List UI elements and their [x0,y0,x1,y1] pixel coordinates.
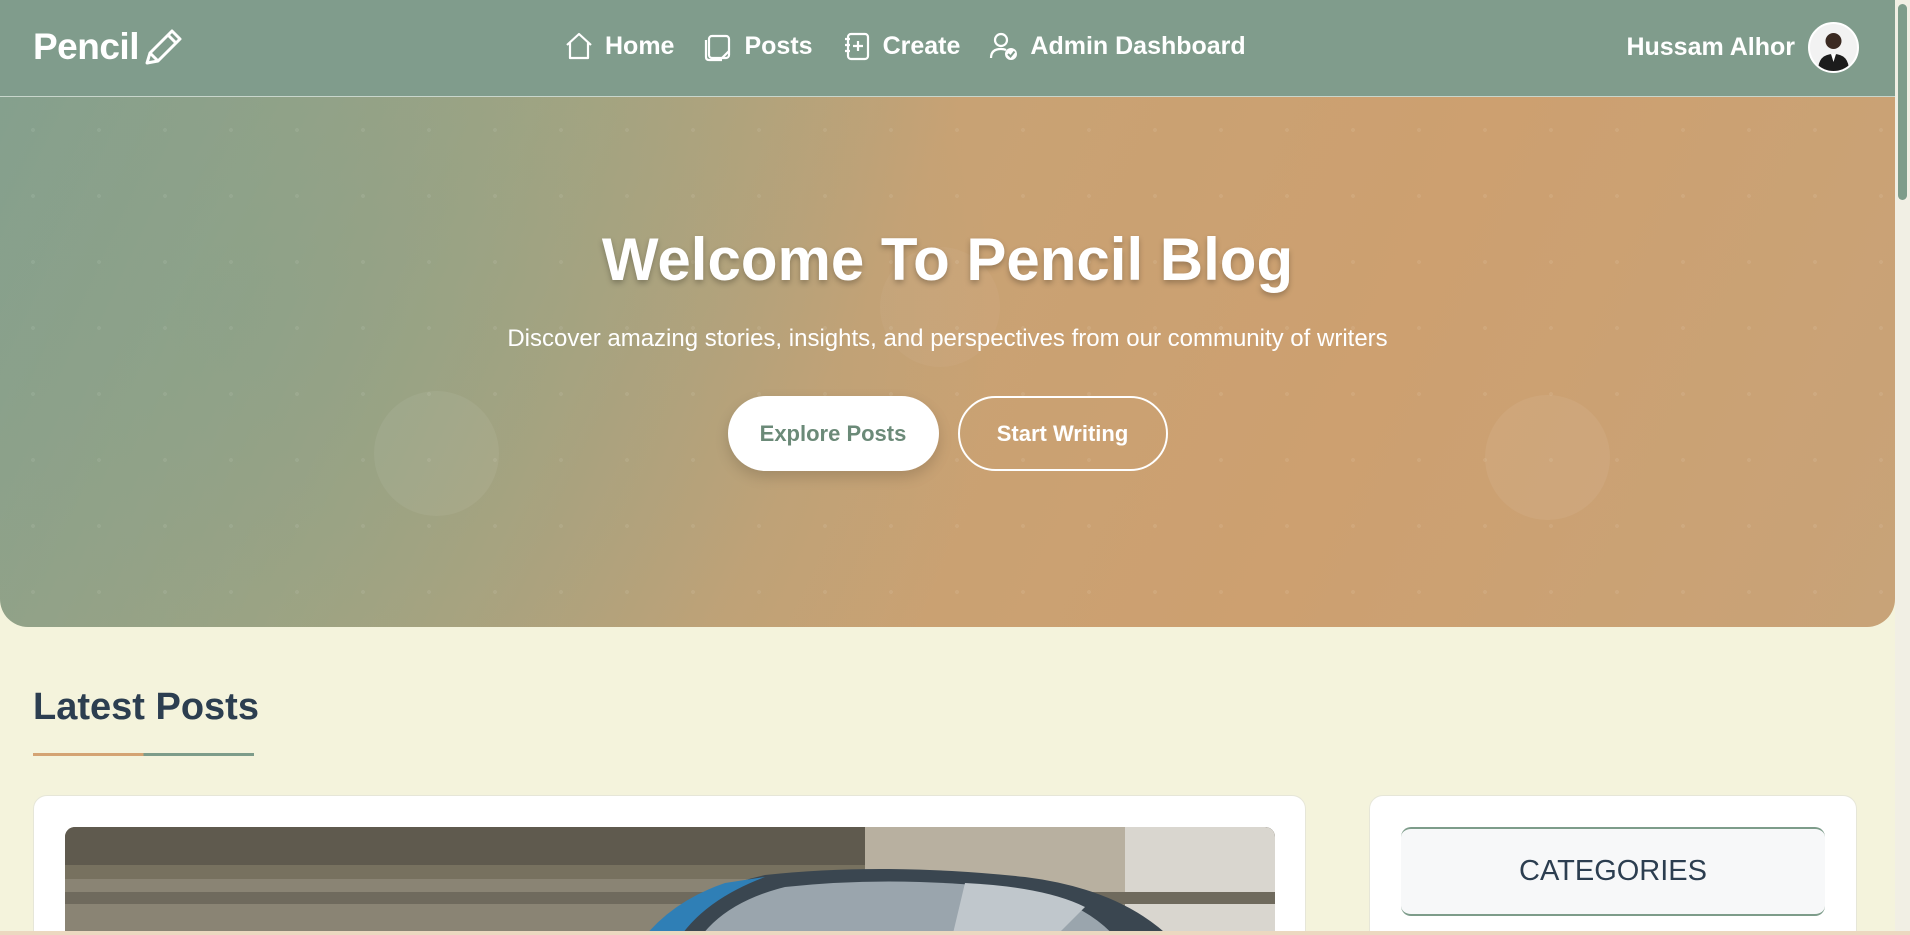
start-writing-button[interactable]: Start Writing [957,396,1168,471]
window-bottom-edge [0,931,1910,935]
categories-header: CATEGORIES [1401,827,1825,916]
post-cover-image[interactable] [65,827,1275,935]
top-navbar: Pencil Home Posts Create Admin Dashboard… [0,0,1895,97]
car-photo-image [65,827,1275,935]
hero-title: Welcome To Pencil Blog [601,226,1294,293]
admin-icon [990,32,1018,60]
posts-icon [705,34,731,62]
nav-create[interactable]: Create [841,30,961,62]
pencil-icon [145,29,182,65]
page-scrollbar[interactable] [1895,0,1910,935]
hero-subtitle: Discover amazing stories, insights, and … [507,325,1388,352]
site-logo[interactable]: Pencil [33,26,185,68]
nav-create-label: Create [882,31,961,60]
home-icon [566,32,592,60]
create-icon [844,32,869,61]
nav-posts[interactable]: Posts [702,30,813,62]
scrollbar-thumb[interactable] [1898,4,1907,200]
nav-admin-label: Admin Dashboard [1030,31,1246,60]
avatar[interactable] [1808,22,1859,73]
nav-admin-dashboard[interactable]: Admin Dashboard [988,30,1246,62]
nav-posts-label: Posts [744,31,813,60]
user-avatar-icon [1810,24,1857,71]
hero-banner: Welcome To Pencil Blog Discover amazing … [0,97,1895,627]
hero-actions: Explore Posts Start Writing [0,396,1895,471]
user-menu[interactable]: Hussam Alhor [1626,22,1859,73]
post-card[interactable] [33,795,1306,935]
sidebar-card: CATEGORIES [1369,795,1857,935]
main-nav: Home Posts Create Admin Dashboard [563,30,1246,62]
logo-text: Pencil [33,26,140,67]
nav-home-label: Home [605,31,675,60]
title-underline [33,753,254,756]
explore-posts-button[interactable]: Explore Posts [727,396,939,471]
nav-home[interactable]: Home [563,30,674,62]
user-name: Hussam Alhor [1626,33,1795,61]
latest-posts-title: Latest Posts [33,686,259,728]
